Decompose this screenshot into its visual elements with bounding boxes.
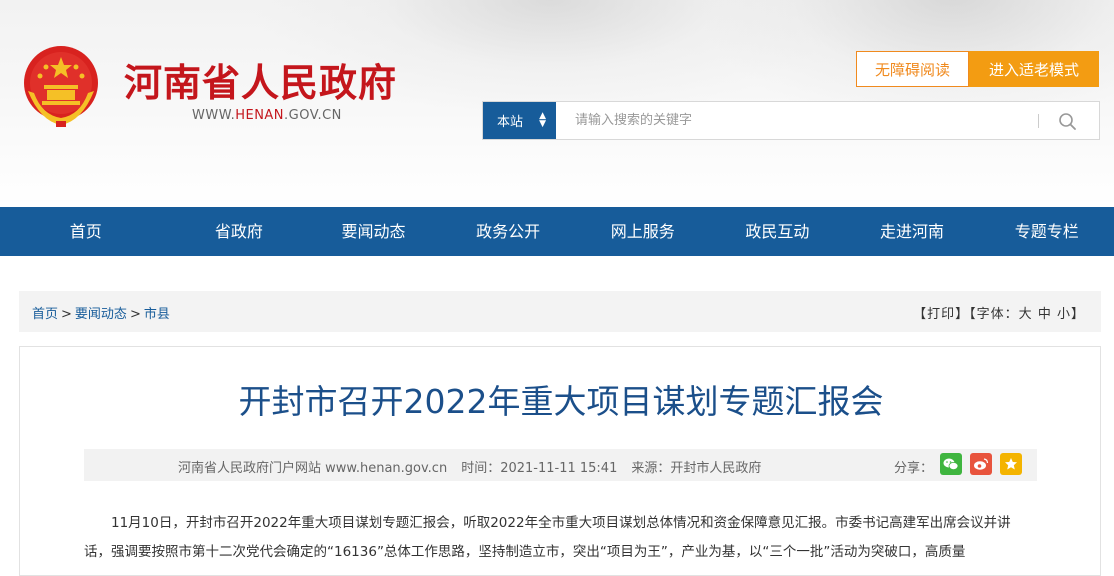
weibo-icon[interactable] [970,453,992,475]
nav-item-news[interactable]: 要闻动态 [306,207,441,256]
elder-mode-button[interactable]: 进入适老模式 [969,51,1099,87]
article-time: 时间：2021-11-11 15:41 [461,461,618,476]
breadcrumb-link-news[interactable]: 要闻动态 [75,307,127,322]
nav-item-provincial-government[interactable]: 省政府 [172,207,307,256]
star-icon[interactable] [1000,453,1022,475]
nav-item-home[interactable]: 首页 [0,207,172,256]
site-title: 河南省人民政府 [124,60,398,105]
article-body: 11月10日，开封市召开2022年重大项目谋划专题汇报会，听取2022年全市重大… [84,515,1011,560]
breadcrumb-path: 首页 > 要闻动态 > 市县 [32,303,170,322]
search-bar: 本站 ▲ ▼ [482,101,1100,140]
article-container: 开封市召开2022年重大项目谋划专题汇报会 河南省人民政府门户网站 www.he… [19,346,1101,576]
article-source: 来源：开封市人民政府 [631,461,762,476]
search-divider [1038,114,1039,128]
article-info: 河南省人民政府门户网站 www.henan.gov.cn 时间：2021-11-1… [178,457,775,476]
search-icon[interactable] [1055,110,1081,132]
breadcrumb-separator: > [129,307,141,322]
print-button[interactable]: 【打印】 [913,307,969,322]
nav-item-interaction[interactable]: 政民互动 [710,207,845,256]
share-label: 分享： [894,461,934,476]
breadcrumb-link-city[interactable]: 市县 [144,307,170,322]
font-size-label: 【字体： [969,307,1019,322]
updown-arrow-icon: ▲ ▼ [539,111,546,129]
national-emblem-icon [24,46,98,127]
nav-item-online-services[interactable]: 网上服务 [575,207,710,256]
article-tools: 【打印】【字体：大 中 小】 [913,303,1085,322]
search-scope-select[interactable]: 本站 ▲ ▼ [483,102,556,139]
main-nav: 首页 省政府 要闻动态 政务公开 网上服务 政民互动 走进河南 专题专栏 [0,207,1114,256]
search-scope-label: 本站 [497,115,524,130]
font-medium-button[interactable]: 中 [1038,307,1052,322]
nav-item-government-affairs[interactable]: 政务公开 [441,207,576,256]
breadcrumb-link-home[interactable]: 首页 [32,307,58,322]
font-size-label-end: 】 [1070,307,1085,322]
nav-item-about-henan[interactable]: 走进河南 [845,207,980,256]
search-input[interactable] [557,102,1037,139]
article-meta: 河南省人民政府门户网站 www.henan.gov.cn 时间：2021-11-1… [84,449,1037,481]
article-publisher: 河南省人民政府门户网站 www.henan.gov.cn [178,461,448,476]
font-small-button[interactable]: 小 [1057,307,1071,322]
nav-item-special-topics[interactable]: 专题专栏 [979,207,1114,256]
site-header: 河南省人民政府 WWW.HENAN.GOV.CN 无障碍阅读 进入适老模式 本站… [0,0,1114,207]
article-title: 开封市召开2022年重大项目谋划专题汇报会 [238,382,884,421]
font-large-button[interactable]: 大 [1019,307,1033,322]
accessibility-reading-button[interactable]: 无障碍阅读 [856,51,969,87]
site-url: WWW.HENAN.GOV.CN [192,108,342,123]
wechat-icon[interactable] [940,453,962,475]
breadcrumb: 首页 > 要闻动态 > 市县 【打印】【字体：大 中 小】 [19,291,1101,332]
breadcrumb-separator: > [61,307,72,322]
